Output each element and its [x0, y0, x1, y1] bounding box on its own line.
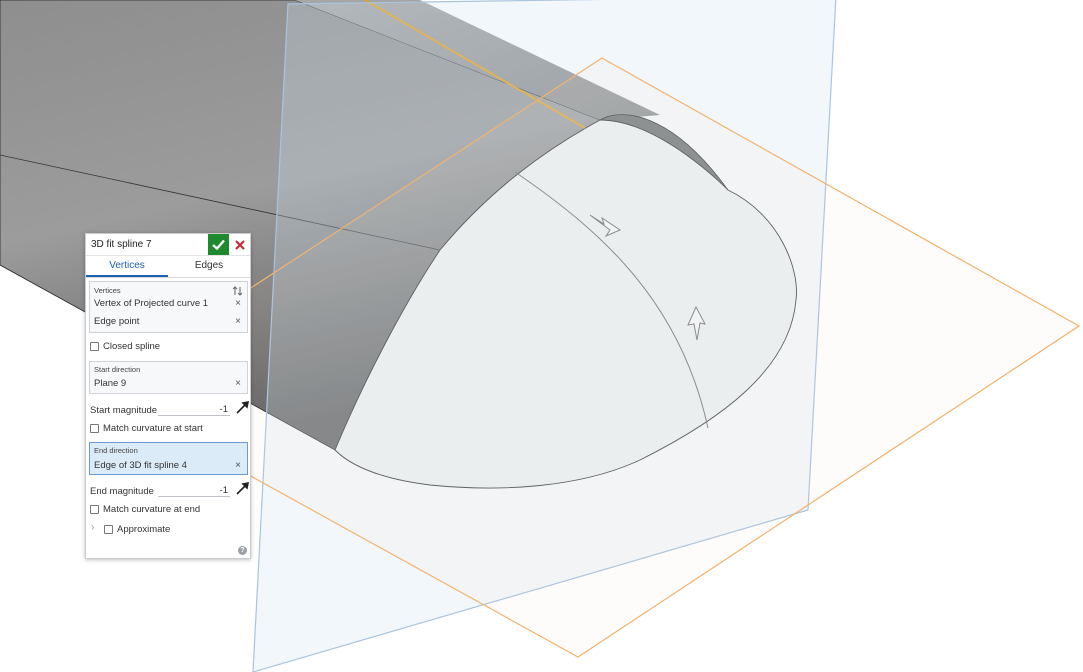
feature-dialog: 3D fit spline 7 Vertices Edges Vertices … — [85, 233, 251, 559]
remove-vertex-icon[interactable]: × — [235, 298, 241, 309]
help-icon[interactable]: ? — [238, 546, 247, 555]
close-icon — [235, 239, 245, 250]
approximate-row[interactable]: Approximate — [104, 524, 170, 535]
tab-vertices[interactable]: Vertices — [86, 256, 168, 277]
flip-direction-icon[interactable] — [236, 400, 250, 414]
cancel-button[interactable] — [230, 234, 250, 255]
vertices-box-label: Vertices — [94, 286, 121, 295]
approximate-label: Approximate — [117, 524, 171, 535]
accept-button[interactable] — [208, 234, 229, 255]
match-curvature-start-row[interactable]: Match curvature at start — [90, 423, 203, 434]
vertex-item[interactable]: Edge point — [94, 316, 139, 327]
remove-vertex-icon[interactable]: × — [235, 316, 241, 327]
remove-start-direction-icon[interactable]: × — [235, 378, 241, 389]
flip-direction-icon[interactable] — [236, 481, 250, 495]
start-direction-box[interactable]: Start direction Plane 9 × — [89, 361, 248, 394]
end-magnitude-input[interactable]: -1 — [158, 485, 230, 497]
match-curvature-end-label: Match curvature at end — [103, 504, 201, 515]
dialog-titlebar: 3D fit spline 7 — [86, 234, 250, 256]
dialog-tabs: Vertices Edges — [86, 256, 250, 278]
dialog-title: 3D fit spline 7 — [91, 239, 152, 250]
start-magnitude-label: Start magnitude — [90, 405, 158, 416]
closed-spline-checkbox[interactable] — [90, 342, 99, 351]
vertex-item[interactable]: Vertex of Projected curve 1 — [94, 298, 208, 309]
match-curvature-start-checkbox[interactable] — [90, 424, 99, 433]
match-curvature-end-checkbox[interactable] — [90, 505, 99, 514]
match-curvature-end-row[interactable]: Match curvature at end — [90, 504, 200, 515]
sort-icon[interactable] — [233, 286, 242, 296]
closed-spline-label: Closed spline — [103, 341, 161, 352]
remove-end-direction-icon[interactable]: × — [235, 460, 241, 471]
end-direction-box[interactable]: End direction Edge of 3D fit spline 4 × — [89, 442, 248, 475]
approximate-checkbox[interactable] — [104, 525, 113, 534]
start-direction-label: Start direction — [94, 365, 141, 374]
end-magnitude-label: End magnitude — [90, 486, 154, 497]
chevron-right-icon[interactable]: › — [91, 522, 94, 533]
end-direction-label: End direction — [94, 446, 138, 455]
closed-spline-row[interactable]: Closed spline — [90, 341, 160, 352]
start-magnitude-input[interactable]: -1 — [158, 404, 230, 416]
end-direction-value[interactable]: Edge of 3D fit spline 4 — [94, 460, 187, 471]
vertices-selection-box[interactable]: Vertices Vertex of Projected curve 1 × E… — [89, 281, 248, 333]
checkmark-icon — [212, 239, 225, 250]
start-direction-value[interactable]: Plane 9 — [94, 378, 126, 389]
match-curvature-start-label: Match curvature at start — [103, 423, 203, 434]
tab-edges[interactable]: Edges — [168, 256, 250, 277]
